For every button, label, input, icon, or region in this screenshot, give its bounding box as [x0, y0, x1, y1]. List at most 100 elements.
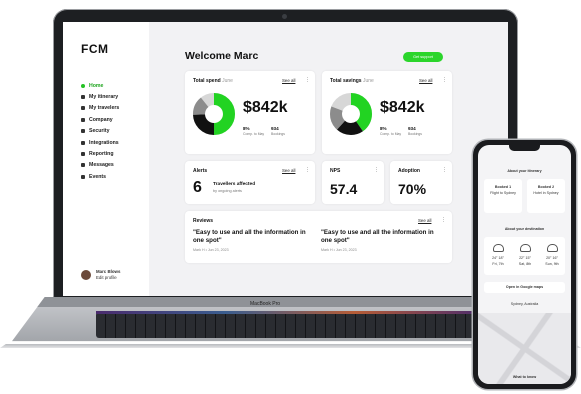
spend-donut-chart [193, 93, 235, 135]
main-content: Welcome Marc Get support Total spend Jun… [149, 22, 508, 296]
more-icon[interactable]: ⋮ [305, 77, 310, 83]
more-icon[interactable]: ⋮ [442, 77, 447, 83]
phone-notch [509, 145, 540, 151]
stat-label: Bookings [271, 132, 285, 136]
savings-value: $842k [380, 99, 425, 116]
map-view[interactable]: What to know [478, 313, 571, 384]
phone-footer[interactable]: What to know [478, 375, 571, 379]
nps-card: NPS ⋮ 57.4 [322, 161, 384, 204]
card-title: Alerts [193, 168, 208, 174]
events-icon [81, 174, 85, 179]
page-title: Welcome Marc [185, 50, 259, 62]
booking-title: Booked 2 [537, 185, 555, 189]
stat-label: Comp. to May [380, 132, 402, 136]
card-title: Reviews [193, 218, 214, 224]
review-quote: "Easy to use and all the information in … [321, 229, 434, 244]
stat-value: 8% [243, 126, 250, 131]
see-all-link[interactable]: See all [282, 78, 295, 83]
more-icon[interactable]: ⋮ [305, 167, 310, 173]
alerts-count: 6 [193, 179, 202, 196]
stat-value: 8% [380, 126, 387, 131]
review-meta: Mark H • Jun 23, 2023 [193, 248, 229, 252]
review-quote: "Easy to use and all the information in … [193, 229, 306, 244]
sidebar-item-home[interactable]: Home [81, 80, 119, 91]
savings-donut-chart [330, 93, 372, 135]
nps-value: 57.4 [330, 181, 358, 197]
itinerary-icon [81, 95, 85, 100]
more-icon[interactable]: ⋮ [441, 217, 446, 223]
reporting-icon [81, 152, 85, 157]
see-all-link[interactable]: See all [419, 78, 432, 83]
sidebar-item-events[interactable]: Events [81, 171, 119, 182]
keyboard [96, 312, 484, 338]
security-icon [81, 129, 85, 134]
cloud-icon [520, 244, 531, 252]
camera [282, 14, 287, 19]
weather-card: 24° 18° Fri, 7th 22° 15° Sat, 8th 20° 16… [484, 237, 565, 275]
weather-day: Sun, 9th [545, 262, 559, 266]
booking-line: Flight to Sydney [490, 191, 516, 195]
card-title: Adoption [398, 168, 420, 174]
fcm-logo[interactable]: FCM [81, 42, 109, 56]
alerts-line2: by ongoing alerts [213, 189, 242, 193]
weather-temp: 22° 15° [519, 256, 531, 260]
see-all-link[interactable]: See all [282, 168, 295, 173]
home-icon [81, 83, 85, 88]
avatar [81, 270, 91, 280]
sidebar-item-messages[interactable]: Messages [81, 160, 119, 171]
sidebar-item-company[interactable]: Company [81, 114, 119, 125]
phone: About your itinerary Booked 1 Flight to … [473, 140, 576, 389]
open-maps-button[interactable]: Open in Google maps [484, 282, 565, 293]
laptop-lid: FCM Home My itinerary My travelers Compa… [53, 9, 518, 299]
sidebar-item-itinerary[interactable]: My itinerary [81, 91, 119, 102]
stat-value: 934 [271, 126, 279, 131]
company-icon [81, 117, 85, 122]
touch-bar [96, 311, 484, 314]
sidebar-item-security[interactable]: Security [81, 126, 119, 137]
travelers-icon [81, 106, 85, 111]
itinerary-card-left[interactable]: Booked 1 Flight to Sydney [484, 179, 522, 213]
adoption-card: Adoption ⋮ 70% [390, 161, 452, 204]
map-label: Sydney, Australia [510, 302, 539, 306]
sidebar-item-reporting[interactable]: Reporting [81, 148, 119, 159]
total-savings-card: Total savings June See all ⋮ $842k 8% Co… [322, 71, 452, 154]
phone-screen: About your itinerary Booked 1 Flight to … [478, 145, 571, 384]
sidebar-item-travelers[interactable]: My travelers [81, 103, 119, 114]
card-title: NPS [330, 168, 341, 174]
stat-label: Comp. to May [243, 132, 265, 136]
alerts-line1: Travellers affected [213, 182, 256, 187]
see-all-link[interactable]: See all [418, 218, 431, 223]
edit-profile-link[interactable]: Edit profile [96, 275, 120, 281]
sidebar-nav: Home My itinerary My travelers Company S… [81, 80, 119, 183]
card-title: Total savings June [330, 78, 374, 84]
itinerary-card-right[interactable]: Booked 2 Hotel in Sydney [527, 179, 565, 213]
weather-temp: 20° 16° [546, 256, 558, 260]
weather-day: Fri, 7th [492, 262, 504, 266]
weather-day: Sat, 8th [518, 262, 532, 266]
total-spend-card: Total spend June See all ⋮ $842k 8% Comp… [185, 71, 315, 154]
stat-value: 934 [408, 126, 416, 131]
get-support-button[interactable]: Get support [403, 52, 443, 62]
reviews-card: Reviews See all ⋮ "Easy to use and all t… [185, 211, 452, 263]
macbook-label: MacBook Pro [250, 301, 281, 307]
messages-icon [81, 163, 85, 168]
user-profile[interactable]: Marc Blows Edit profile [81, 269, 120, 281]
alerts-card: Alerts See all ⋮ 6 Travellers affected b… [185, 161, 315, 204]
phone-heading: About your itinerary [507, 169, 542, 173]
cloud-icon [547, 244, 558, 252]
review-meta: Mark H • Jun 23, 2023 [321, 248, 357, 252]
more-icon[interactable]: ⋮ [374, 167, 379, 173]
integrations-icon [81, 140, 85, 145]
adoption-value: 70% [398, 181, 427, 197]
sidebar: FCM Home My itinerary My travelers Compa… [63, 22, 149, 296]
booking-title: Booked 1 [494, 185, 512, 189]
cloud-icon [493, 244, 504, 252]
card-title: Total spend June [193, 78, 233, 84]
sidebar-item-integrations[interactable]: Integrations [81, 137, 119, 148]
more-icon[interactable]: ⋮ [442, 167, 447, 173]
spend-value: $842k [243, 99, 288, 116]
dashboard-screen: FCM Home My itinerary My travelers Compa… [63, 22, 508, 296]
booking-line: Hotel in Sydney [533, 191, 559, 195]
stat-label: Bookings [408, 132, 422, 136]
weather-heading: About your destination [504, 227, 545, 231]
